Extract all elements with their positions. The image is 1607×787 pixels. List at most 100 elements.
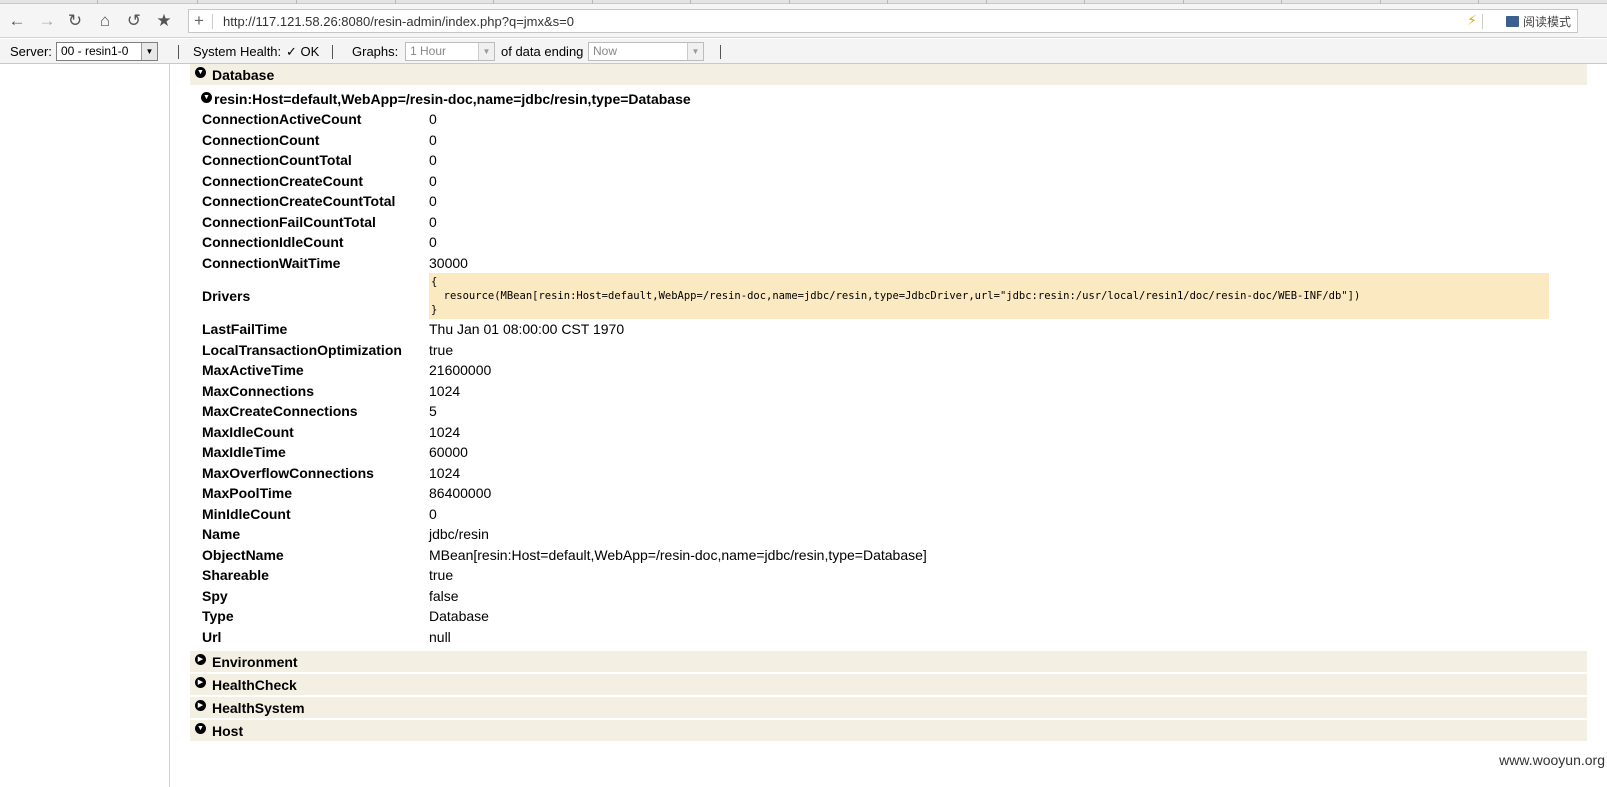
- attribute-name: MinIdleCount: [202, 505, 291, 522]
- address-bar[interactable]: + http://117.121.58.26:8080/resin-admin/…: [188, 9, 1578, 33]
- attribute-name: ConnectionCreateCount: [202, 172, 363, 189]
- address-divider: [212, 14, 213, 29]
- reload-icon[interactable]: ↻: [63, 9, 87, 33]
- table-row: Spy false: [202, 586, 1549, 607]
- attribute-name: MaxOverflowConnections: [202, 464, 374, 481]
- attribute-name: ObjectName: [202, 546, 284, 563]
- attribute-value: 0: [429, 193, 437, 210]
- toolbar-divider: [332, 45, 333, 59]
- chevron-down-icon[interactable]: ▼: [478, 43, 494, 60]
- lightning-icon[interactable]: ⚡: [1467, 12, 1477, 29]
- read-mode-button[interactable]: 阅读模式: [1505, 13, 1571, 30]
- table-row: Url null: [202, 627, 1549, 648]
- attribute-value: 0: [429, 152, 437, 169]
- table-row: ConnectionCount 0: [202, 130, 1549, 151]
- system-health-status[interactable]: ✓ OK: [286, 44, 319, 60]
- table-row: ConnectionWaitTime 30000: [202, 253, 1549, 274]
- graphs-period-value: 1 Hour: [410, 44, 447, 58]
- attribute-value: 1024: [429, 423, 461, 440]
- section-database[interactable]: ▼ Database: [190, 64, 1587, 85]
- attribute-name: LocalTransactionOptimization: [202, 341, 402, 358]
- table-row: Type Database: [202, 606, 1549, 627]
- attribute-value: 0: [429, 131, 437, 148]
- section-title: Host: [212, 723, 244, 739]
- attribute-value: 86400000: [429, 485, 492, 502]
- table-row: ConnectionCreateCountTotal 0: [202, 191, 1549, 212]
- mbean-header[interactable]: ▼ resin:Host=default,WebApp=/resin-doc,n…: [190, 87, 1587, 109]
- attribute-name: Type: [202, 608, 234, 625]
- table-row: MaxCreateConnections 5: [202, 401, 1549, 422]
- table-row: MaxActiveTime 21600000: [202, 360, 1549, 381]
- attribute-name: MaxPoolTime: [202, 485, 292, 502]
- attribute-name: Url: [202, 628, 222, 645]
- new-tab-plus-icon[interactable]: +: [194, 11, 204, 31]
- section-environment[interactable]: ▶ Environment: [190, 651, 1587, 672]
- server-select-value: 00 - resin1-0: [61, 44, 129, 58]
- attribute-value: 0: [429, 111, 437, 128]
- table-row: MaxIdleCount 1024: [202, 422, 1549, 443]
- section-title: HealthSystem: [212, 700, 305, 716]
- attribute-value: { resource(MBean[resin:Host=default,WebA…: [429, 273, 1549, 319]
- attribute-name: MaxIdleTime: [202, 444, 286, 461]
- attribute-value: 30000: [429, 254, 468, 271]
- back-arrow-icon[interactable]: ←: [5, 9, 29, 33]
- toolbar-divider: [720, 45, 721, 59]
- chevron-down-icon[interactable]: ▼: [687, 43, 703, 60]
- attribute-name: ConnectionIdleCount: [202, 234, 344, 251]
- attribute-value: 21600000: [429, 362, 492, 379]
- resin-toolbar: Server: 00 - resin1-0 ▼ System Health: ✓…: [0, 39, 1607, 64]
- attribute-value: true: [429, 567, 454, 584]
- attribute-name: Name: [202, 526, 241, 543]
- section-host[interactable]: ▼ Host: [190, 720, 1587, 741]
- attribute-value: 0: [429, 213, 437, 230]
- table-row: ConnectionIdleCount 0: [202, 232, 1549, 253]
- section-healthcheck[interactable]: ▶ HealthCheck: [190, 674, 1587, 695]
- attribute-value: true: [429, 341, 454, 358]
- toolbar-divider: [178, 45, 179, 59]
- chevron-down-icon[interactable]: ▼: [141, 43, 157, 60]
- section-title: Database: [212, 67, 275, 83]
- expand-icon[interactable]: ▶: [195, 677, 206, 688]
- address-url[interactable]: http://117.121.58.26:8080/resin-admin/in…: [223, 14, 574, 29]
- table-row: MaxPoolTime 86400000: [202, 483, 1549, 504]
- server-select[interactable]: 00 - resin1-0 ▼: [56, 42, 158, 61]
- graphs-period-select[interactable]: 1 Hour ▼: [405, 42, 495, 61]
- collapse-icon[interactable]: ▼: [201, 92, 212, 103]
- bookmark-star-icon[interactable]: ★: [152, 9, 176, 33]
- attribute-name: ConnectionCountTotal: [202, 152, 352, 169]
- home-icon[interactable]: ⌂: [93, 9, 117, 33]
- attribute-value: 1024: [429, 464, 461, 481]
- attribute-value: Database: [429, 608, 489, 625]
- attribute-value: 0: [429, 234, 437, 251]
- undo-close-icon[interactable]: ↺: [122, 9, 146, 33]
- book-icon: [1505, 16, 1519, 27]
- data-ending-select[interactable]: Now ▼: [588, 42, 704, 61]
- drivers-value: { resource(MBean[resin:Host=default,WebA…: [429, 273, 1549, 319]
- table-row: LocalTransactionOptimization true: [202, 340, 1549, 361]
- expand-icon[interactable]: ▶: [195, 700, 206, 711]
- attribute-name: Drivers: [202, 288, 251, 304]
- attribute-name: MaxIdleCount: [202, 423, 294, 440]
- table-row: ConnectionActiveCount 0: [202, 109, 1549, 130]
- collapse-icon[interactable]: ▼: [195, 723, 206, 734]
- attribute-name: ConnectionCreateCountTotal: [202, 193, 396, 210]
- collapse-icon[interactable]: ▼: [195, 67, 206, 78]
- attribute-name: MaxActiveTime: [202, 362, 304, 379]
- table-row: Drivers { resource(MBean[resin:Host=defa…: [202, 273, 1549, 319]
- table-row: Name jdbc/resin: [202, 524, 1549, 545]
- attributes-table: ConnectionActiveCount 0 ConnectionCount 0 Co…: [202, 109, 1549, 647]
- attribute-name: ConnectionCount: [202, 131, 320, 148]
- table-row: Shareable true: [202, 565, 1549, 586]
- attribute-value: false: [429, 587, 459, 604]
- table-row: LastFailTime Thu Jan 01 08:00:00 CST 1970: [202, 319, 1549, 340]
- table-row: ObjectName MBean[resin:Host=default,WebAp…: [202, 545, 1549, 566]
- attribute-name: ConnectionFailCountTotal: [202, 213, 376, 230]
- attribute-name: ConnectionActiveCount: [202, 111, 362, 128]
- forward-arrow-icon[interactable]: →: [35, 9, 59, 33]
- section-title: HealthCheck: [212, 677, 297, 693]
- attribute-name: LastFailTime: [202, 321, 288, 338]
- browser-navbar: ← → ↻ ⌂ ↺ ★ + http://117.121.58.26:8080/…: [0, 4, 1607, 38]
- section-title: Environment: [212, 654, 298, 670]
- section-healthsystem[interactable]: ▶ HealthSystem: [190, 697, 1587, 718]
- expand-icon[interactable]: ▶: [195, 654, 206, 665]
